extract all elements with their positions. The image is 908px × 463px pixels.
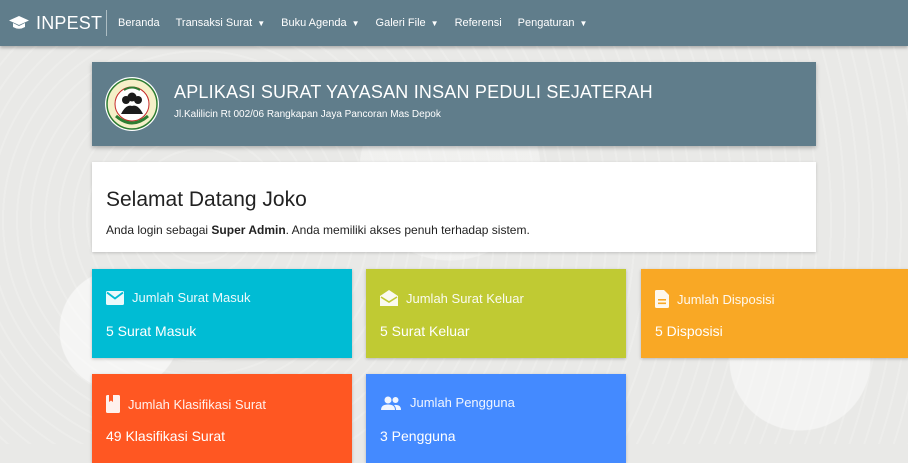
nav-menu: Beranda Transaksi Surat ▼ Buku Agenda ▼ …: [110, 0, 595, 46]
card-title-row: Jumlah Disposisi: [655, 290, 775, 308]
card-value: 5 Disposisi: [655, 323, 723, 339]
brand-link[interactable]: INPEST: [8, 0, 102, 46]
nav-item-label: Transaksi Surat: [175, 17, 253, 29]
card-title: Jumlah Disposisi: [677, 291, 775, 307]
mail-icon: [106, 290, 124, 305]
nav-item-label: Buku Agenda: [281, 17, 347, 29]
document-icon: [655, 290, 669, 308]
caret-down-icon: ▼: [579, 18, 588, 28]
open-mail-icon: [380, 290, 398, 306]
nav-item-galeri-file[interactable]: Galeri File ▼: [368, 17, 447, 29]
brand-name: INPEST: [36, 12, 103, 33]
nav-item-referensi[interactable]: Referensi: [447, 17, 510, 29]
foundation-logo: [105, 77, 159, 131]
card-surat-masuk[interactable]: Jumlah Surat Masuk 5 Surat Masuk: [92, 269, 352, 358]
card-title: Jumlah Klasifikasi Surat: [128, 396, 266, 412]
card-title: Jumlah Pengguna: [410, 395, 515, 410]
app-address: Jl.Kalilicin Rt 002/06 Rangkapan Jaya Pa…: [174, 109, 441, 120]
welcome-panel: Selamat Datang Joko Anda login sebagai S…: [92, 162, 816, 252]
card-value: 49 Klasifikasi Surat: [106, 428, 226, 444]
nav-item-beranda[interactable]: Beranda: [110, 17, 168, 29]
welcome-message: Anda login sebagai Super Admin. Anda mem…: [106, 223, 530, 237]
caret-down-icon: ▼: [351, 18, 360, 28]
graduation-cap-icon: [9, 16, 29, 29]
card-klasifikasi-surat[interactable]: Jumlah Klasifikasi Surat 49 Klasifikasi …: [92, 374, 352, 463]
card-title: Jumlah Surat Masuk: [132, 290, 251, 305]
caret-down-icon: ▼: [257, 18, 266, 28]
card-value: 5 Surat Keluar: [380, 323, 470, 339]
nav-item-label: Beranda: [118, 17, 160, 29]
people-icon: [381, 396, 401, 410]
nav-item-buku-agenda[interactable]: Buku Agenda ▼: [273, 17, 367, 29]
top-navbar: INPEST Beranda Transaksi Surat ▼ Buku Ag…: [0, 0, 908, 46]
card-value: 3 Pengguna: [380, 428, 456, 444]
card-value: 5 Surat Masuk: [106, 323, 197, 339]
card-title-row: Jumlah Pengguna: [380, 395, 515, 410]
card-title-row: Jumlah Surat Keluar: [380, 290, 524, 306]
nav-item-label: Pengaturan: [517, 17, 575, 29]
nav-item-transaksi-surat[interactable]: Transaksi Surat ▼: [168, 17, 274, 29]
card-pengguna[interactable]: Jumlah Pengguna 3 Pengguna: [366, 374, 626, 463]
nav-item-label: Referensi: [454, 17, 502, 29]
bookmark-icon: [106, 395, 120, 413]
card-surat-keluar[interactable]: Jumlah Surat Keluar 5 Surat Keluar: [366, 269, 626, 358]
user-role: Super Admin: [211, 223, 286, 237]
welcome-heading: Selamat Datang Joko: [106, 188, 307, 211]
app-title: APLIKASI SURAT YAYASAN INSAN PEDULI SEJA…: [174, 82, 653, 102]
card-title: Jumlah Surat Keluar: [406, 290, 524, 306]
card-title-row: Jumlah Surat Masuk: [106, 290, 251, 305]
welcome-text-after: . Anda memiliki akses penuh terhadap sis…: [285, 223, 530, 237]
nav-item-label: Galeri File: [375, 17, 426, 29]
card-disposisi[interactable]: Jumlah Disposisi 5 Disposisi: [641, 269, 908, 358]
nav-item-pengaturan[interactable]: Pengaturan ▼: [510, 17, 596, 29]
app-header-banner: APLIKASI SURAT YAYASAN INSAN PEDULI SEJA…: [92, 62, 816, 146]
card-title-row: Jumlah Klasifikasi Surat: [106, 395, 266, 413]
caret-down-icon: ▼: [430, 18, 439, 28]
navbar-divider: [106, 10, 107, 36]
welcome-text-before: Anda login sebagai: [106, 223, 212, 237]
